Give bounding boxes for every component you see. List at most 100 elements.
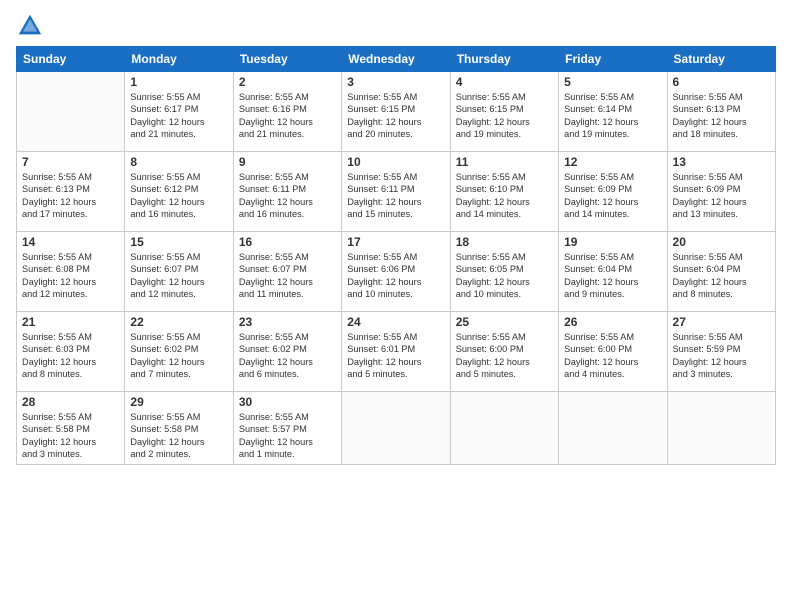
weekday-header-saturday: Saturday xyxy=(667,47,775,72)
calendar-cell: 8 Sunrise: 5:55 AM Sunset: 6:12 PM Daylig… xyxy=(125,152,233,232)
calendar-cell: 21 Sunrise: 5:55 AM Sunset: 6:03 PM Dayli… xyxy=(17,312,125,392)
calendar-cell: 10 Sunrise: 5:55 AM Sunset: 6:11 PM Dayli… xyxy=(342,152,450,232)
day-number: 19 xyxy=(564,235,661,249)
day-info: Sunrise: 5:55 AM Sunset: 6:14 PM Dayligh… xyxy=(564,91,661,141)
calendar-cell: 29Sunrise: 5:55 AM Sunset: 5:58 PM Dayli… xyxy=(125,392,233,465)
calendar-cell: 26 Sunrise: 5:55 AM Sunset: 6:00 PM Dayli… xyxy=(559,312,667,392)
calendar-cell: 1Sunrise: 5:55 AM Sunset: 6:17 PM Daylig… xyxy=(125,72,233,152)
calendar-cell: 3 Sunrise: 5:55 AM Sunset: 6:15 PM Daylig… xyxy=(342,72,450,152)
day-info: Sunrise: 5:55 AM Sunset: 6:09 PM Dayligh… xyxy=(564,171,661,221)
weekday-header-thursday: Thursday xyxy=(450,47,558,72)
calendar-cell: 27 Sunrise: 5:55 AM Sunset: 5:59 PM Dayli… xyxy=(667,312,775,392)
day-number: 24 xyxy=(347,315,444,329)
calendar-cell: 6 Sunrise: 5:55 AM Sunset: 6:13 PM Daylig… xyxy=(667,72,775,152)
day-info: Sunrise: 5:55 AM Sunset: 6:00 PM Dayligh… xyxy=(456,331,553,381)
day-info: Sunrise: 5:55 AM Sunset: 6:16 PM Dayligh… xyxy=(239,91,336,141)
weekday-header-wednesday: Wednesday xyxy=(342,47,450,72)
day-number: 28 xyxy=(22,395,119,409)
day-number: 15 xyxy=(130,235,227,249)
calendar-cell xyxy=(667,392,775,465)
day-number: 23 xyxy=(239,315,336,329)
day-number: 11 xyxy=(456,155,553,169)
weekday-header-tuesday: Tuesday xyxy=(233,47,341,72)
day-info: Sunrise: 5:55 AM Sunset: 6:13 PM Dayligh… xyxy=(22,171,119,221)
day-info: Sunrise: 5:55 AM Sunset: 6:08 PM Dayligh… xyxy=(22,251,119,301)
calendar-table: SundayMondayTuesdayWednesdayThursdayFrid… xyxy=(16,46,776,465)
day-info: Sunrise: 5:55 AM Sunset: 6:11 PM Dayligh… xyxy=(239,171,336,221)
calendar-cell: 12 Sunrise: 5:55 AM Sunset: 6:09 PM Dayli… xyxy=(559,152,667,232)
header xyxy=(16,12,776,40)
day-info: Sunrise: 5:55 AM Sunset: 6:04 PM Dayligh… xyxy=(673,251,770,301)
day-number: 5 xyxy=(564,75,661,89)
logo-icon xyxy=(16,12,44,40)
day-number: 27 xyxy=(673,315,770,329)
day-number: 6 xyxy=(673,75,770,89)
day-info: Sunrise: 5:55 AM Sunset: 6:02 PM Dayligh… xyxy=(239,331,336,381)
calendar-cell xyxy=(17,72,125,152)
calendar-cell: 11 Sunrise: 5:55 AM Sunset: 6:10 PM Dayli… xyxy=(450,152,558,232)
weekday-header-friday: Friday xyxy=(559,47,667,72)
calendar-week-2: 14 Sunrise: 5:55 AM Sunset: 6:08 PM Dayli… xyxy=(17,232,776,312)
calendar-cell: 18 Sunrise: 5:55 AM Sunset: 6:05 PM Dayli… xyxy=(450,232,558,312)
day-info: Sunrise: 5:55 AM Sunset: 6:15 PM Dayligh… xyxy=(347,91,444,141)
day-number: 4 xyxy=(456,75,553,89)
day-info: Sunrise: 5:55 AM Sunset: 6:17 PM Dayligh… xyxy=(130,91,227,141)
calendar-cell: 5 Sunrise: 5:55 AM Sunset: 6:14 PM Daylig… xyxy=(559,72,667,152)
day-info: Sunrise: 5:55 AM Sunset: 5:58 PM Dayligh… xyxy=(22,411,119,461)
calendar-cell: 9 Sunrise: 5:55 AM Sunset: 6:11 PM Daylig… xyxy=(233,152,341,232)
calendar-cell: 7 Sunrise: 5:55 AM Sunset: 6:13 PM Daylig… xyxy=(17,152,125,232)
day-info: Sunrise: 5:55 AM Sunset: 6:05 PM Dayligh… xyxy=(456,251,553,301)
page: SundayMondayTuesdayWednesdayThursdayFrid… xyxy=(0,0,792,612)
day-info: Sunrise: 5:55 AM Sunset: 6:00 PM Dayligh… xyxy=(564,331,661,381)
calendar-cell: 16 Sunrise: 5:55 AM Sunset: 6:07 PM Dayli… xyxy=(233,232,341,312)
day-number: 12 xyxy=(564,155,661,169)
calendar-cell: 25 Sunrise: 5:55 AM Sunset: 6:00 PM Dayli… xyxy=(450,312,558,392)
day-number: 2 xyxy=(239,75,336,89)
day-info: Sunrise: 5:55 AM Sunset: 6:10 PM Dayligh… xyxy=(456,171,553,221)
calendar-cell: 15Sunrise: 5:55 AM Sunset: 6:07 PM Dayli… xyxy=(125,232,233,312)
day-number: 10 xyxy=(347,155,444,169)
calendar-cell: 28 Sunrise: 5:55 AM Sunset: 5:58 PM Dayli… xyxy=(17,392,125,465)
calendar-week-3: 21 Sunrise: 5:55 AM Sunset: 6:03 PM Dayli… xyxy=(17,312,776,392)
calendar-cell xyxy=(559,392,667,465)
weekday-header-sunday: Sunday xyxy=(17,47,125,72)
day-number: 13 xyxy=(673,155,770,169)
day-info: Sunrise: 5:55 AM Sunset: 5:57 PM Dayligh… xyxy=(239,411,336,461)
calendar-cell: 4Sunrise: 5:55 AM Sunset: 6:15 PM Daylig… xyxy=(450,72,558,152)
day-number: 16 xyxy=(239,235,336,249)
day-info: Sunrise: 5:55 AM Sunset: 6:11 PM Dayligh… xyxy=(347,171,444,221)
day-number: 26 xyxy=(564,315,661,329)
day-info: Sunrise: 5:55 AM Sunset: 6:13 PM Dayligh… xyxy=(673,91,770,141)
day-number: 7 xyxy=(22,155,119,169)
weekday-header-monday: Monday xyxy=(125,47,233,72)
day-info: Sunrise: 5:55 AM Sunset: 6:03 PM Dayligh… xyxy=(22,331,119,381)
day-number: 9 xyxy=(239,155,336,169)
day-info: Sunrise: 5:55 AM Sunset: 5:59 PM Dayligh… xyxy=(673,331,770,381)
calendar-cell: 14 Sunrise: 5:55 AM Sunset: 6:08 PM Dayli… xyxy=(17,232,125,312)
day-number: 25 xyxy=(456,315,553,329)
day-number: 20 xyxy=(673,235,770,249)
day-info: Sunrise: 5:55 AM Sunset: 6:07 PM Dayligh… xyxy=(239,251,336,301)
calendar-cell: 22Sunrise: 5:55 AM Sunset: 6:02 PM Dayli… xyxy=(125,312,233,392)
day-info: Sunrise: 5:55 AM Sunset: 6:09 PM Dayligh… xyxy=(673,171,770,221)
calendar-week-1: 7 Sunrise: 5:55 AM Sunset: 6:13 PM Daylig… xyxy=(17,152,776,232)
day-number: 3 xyxy=(347,75,444,89)
day-number: 14 xyxy=(22,235,119,249)
logo xyxy=(16,12,46,40)
day-number: 8 xyxy=(130,155,227,169)
day-number: 18 xyxy=(456,235,553,249)
calendar-cell: 2 Sunrise: 5:55 AM Sunset: 6:16 PM Daylig… xyxy=(233,72,341,152)
day-info: Sunrise: 5:55 AM Sunset: 6:12 PM Dayligh… xyxy=(130,171,227,221)
day-info: Sunrise: 5:55 AM Sunset: 6:06 PM Dayligh… xyxy=(347,251,444,301)
calendar-cell xyxy=(342,392,450,465)
calendar-week-4: 28 Sunrise: 5:55 AM Sunset: 5:58 PM Dayli… xyxy=(17,392,776,465)
day-info: Sunrise: 5:55 AM Sunset: 5:58 PM Dayligh… xyxy=(130,411,227,461)
calendar-cell: 30 Sunrise: 5:55 AM Sunset: 5:57 PM Dayli… xyxy=(233,392,341,465)
calendar-cell: 20 Sunrise: 5:55 AM Sunset: 6:04 PM Dayli… xyxy=(667,232,775,312)
day-number: 21 xyxy=(22,315,119,329)
day-number: 30 xyxy=(239,395,336,409)
calendar-cell: 13 Sunrise: 5:55 AM Sunset: 6:09 PM Dayli… xyxy=(667,152,775,232)
calendar-cell xyxy=(450,392,558,465)
weekday-header-row: SundayMondayTuesdayWednesdayThursdayFrid… xyxy=(17,47,776,72)
day-info: Sunrise: 5:55 AM Sunset: 6:04 PM Dayligh… xyxy=(564,251,661,301)
